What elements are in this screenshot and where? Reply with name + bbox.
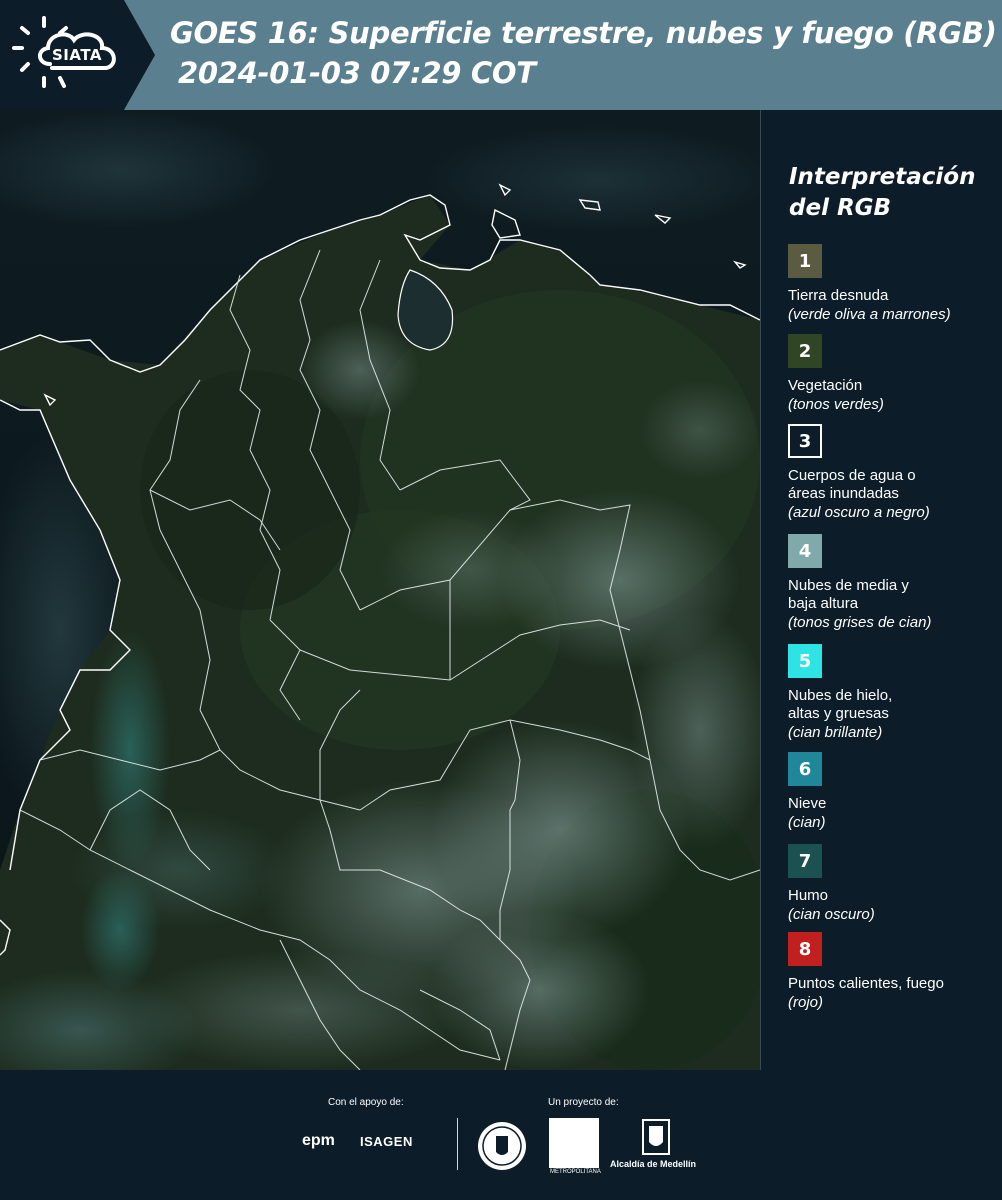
legend-item-bare-ground: 1 Tierra desnuda (verde oliva a marrones… — [788, 244, 998, 324]
legend-swatch: 8 — [788, 932, 822, 966]
header: SIATA GOES 16: Superficie terrestre, nub… — [0, 0, 1002, 110]
footer: Con el apoyo de: Un proyecto de: epm ISA… — [0, 1070, 1002, 1200]
legend-item-snow: 6 Nieve (cian) — [788, 752, 998, 832]
support-label: Con el apoyo de: — [328, 1097, 404, 1108]
legend-description: (tonos verdes) — [788, 396, 884, 413]
siata-wordmark: SIATA — [52, 46, 103, 64]
legend-item-ice-clouds: 5 Nubes de hielo, altas y gruesas (cian … — [788, 644, 998, 742]
legend-item-low-clouds: 4 Nubes de media y baja altura (tonos gr… — [788, 534, 998, 632]
legend-item-smoke: 7 Humo (cian oscuro) — [788, 844, 998, 924]
legend-item-vegetation: 2 Vegetación (tonos verdes) — [788, 334, 998, 414]
legend-swatch: 1 — [788, 244, 822, 278]
legend-description: (verde oliva a marrones) — [788, 306, 951, 323]
isagen-logo: ISAGEN — [360, 1134, 413, 1149]
legend-swatch: 2 — [788, 334, 822, 368]
legend-label: Cuerpos de agua o áreas inundadas — [788, 467, 916, 502]
legend-label: Nieve — [788, 795, 827, 812]
legend-label: Tierra desnuda — [788, 287, 889, 304]
legend-item-water: 3 Cuerpos de agua o áreas inundadas (azu… — [788, 424, 998, 522]
area-metropolitana-label: METROPOLITANA — [550, 1169, 601, 1175]
alcaldia-shield-icon — [642, 1119, 670, 1155]
university-seal-icon — [478, 1122, 526, 1170]
legend-description: (cian) — [788, 814, 826, 831]
legend-label: Humo — [788, 887, 829, 904]
legend-description: (rojo) — [788, 994, 824, 1011]
legend-swatch: 3 — [788, 424, 822, 458]
satellite-map[interactable] — [0, 110, 761, 1070]
legend: Interpretación del RGB 1 Tierra desnuda … — [776, 110, 1002, 1070]
epm-logo: epm — [302, 1132, 335, 1149]
legend-description: (azul oscuro a negro) — [788, 504, 930, 521]
area-metropolitana-logo — [549, 1118, 599, 1168]
project-label: Un proyecto de: — [548, 1097, 619, 1108]
satellite-image — [0, 110, 760, 1070]
legend-description: (cian brillante) — [788, 724, 883, 741]
legend-title: Interpretación del RGB — [789, 164, 976, 221]
page-timestamp: 2024-01-03 07:29 COT — [178, 56, 536, 90]
siata-logo: SIATA — [0, 0, 155, 110]
legend-swatch: 7 — [788, 844, 822, 878]
legend-swatch: 5 — [788, 644, 822, 678]
legend-item-fire: 8 Puntos calientes, fuego (rojo) — [788, 932, 998, 1012]
legend-swatch: 4 — [788, 534, 822, 568]
legend-swatch: 6 — [788, 752, 822, 786]
legend-description: (cian oscuro) — [788, 906, 875, 923]
footer-divider — [457, 1118, 458, 1170]
legend-label: Puntos calientes, fuego — [788, 975, 944, 992]
legend-label: Nubes de media y baja altura — [788, 577, 909, 612]
page-title: GOES 16: Superficie terrestre, nubes y f… — [170, 16, 997, 50]
legend-label: Vegetación — [788, 377, 863, 394]
alcaldia-label: Alcaldía de Medellín — [610, 1159, 697, 1169]
legend-description: (tonos grises de cian) — [788, 614, 932, 631]
legend-label: Nubes de hielo, altas y gruesas — [788, 687, 893, 722]
